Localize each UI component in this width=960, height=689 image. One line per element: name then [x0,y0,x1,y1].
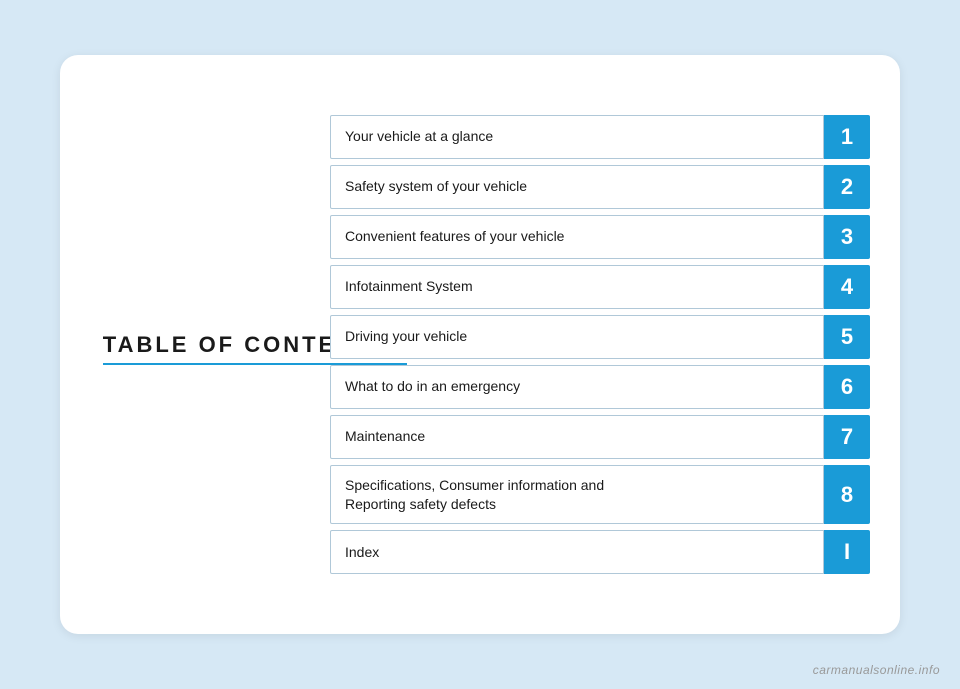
toc-number-4: 4 [824,265,870,309]
toc-number-2: 2 [824,165,870,209]
toc-number-6: 6 [824,365,870,409]
toc-row[interactable]: Maintenance7 [330,415,870,459]
toc-label-1: Your vehicle at a glance [330,115,824,159]
toc-label-5: Driving your vehicle [330,315,824,359]
toc-number-9: I [824,530,870,574]
toc-number-1: 1 [824,115,870,159]
toc-label-4: Infotainment System [330,265,824,309]
toc-row[interactable]: Convenient features of your vehicle3 [330,215,870,259]
toc-row[interactable]: Infotainment System4 [330,265,870,309]
toc-label-9: Index [330,530,824,574]
toc-label-7: Maintenance [330,415,824,459]
right-panel: Your vehicle at a glance1Safety system o… [330,55,900,634]
toc-label-6: What to do in an emergency [330,365,824,409]
toc-number-8: 8 [824,465,870,525]
toc-row[interactable]: Driving your vehicle5 [330,315,870,359]
toc-label-3: Convenient features of your vehicle [330,215,824,259]
toc-row[interactable]: Specifications, Consumer information and… [330,465,870,525]
page-container: TABLE OF CONTENTS Your vehicle at a glan… [0,0,960,689]
toc-number-7: 7 [824,415,870,459]
toc-label-2: Safety system of your vehicle [330,165,824,209]
toc-row[interactable]: IndexI [330,530,870,574]
toc-row[interactable]: What to do in an emergency6 [330,365,870,409]
toc-number-3: 3 [824,215,870,259]
watermark-text: carmanualsonline.info [813,663,940,677]
toc-row[interactable]: Safety system of your vehicle2 [330,165,870,209]
toc-label-8: Specifications, Consumer information and… [330,465,824,525]
white-card: TABLE OF CONTENTS Your vehicle at a glan… [60,55,900,634]
toc-row[interactable]: Your vehicle at a glance1 [330,115,870,159]
toc-number-5: 5 [824,315,870,359]
